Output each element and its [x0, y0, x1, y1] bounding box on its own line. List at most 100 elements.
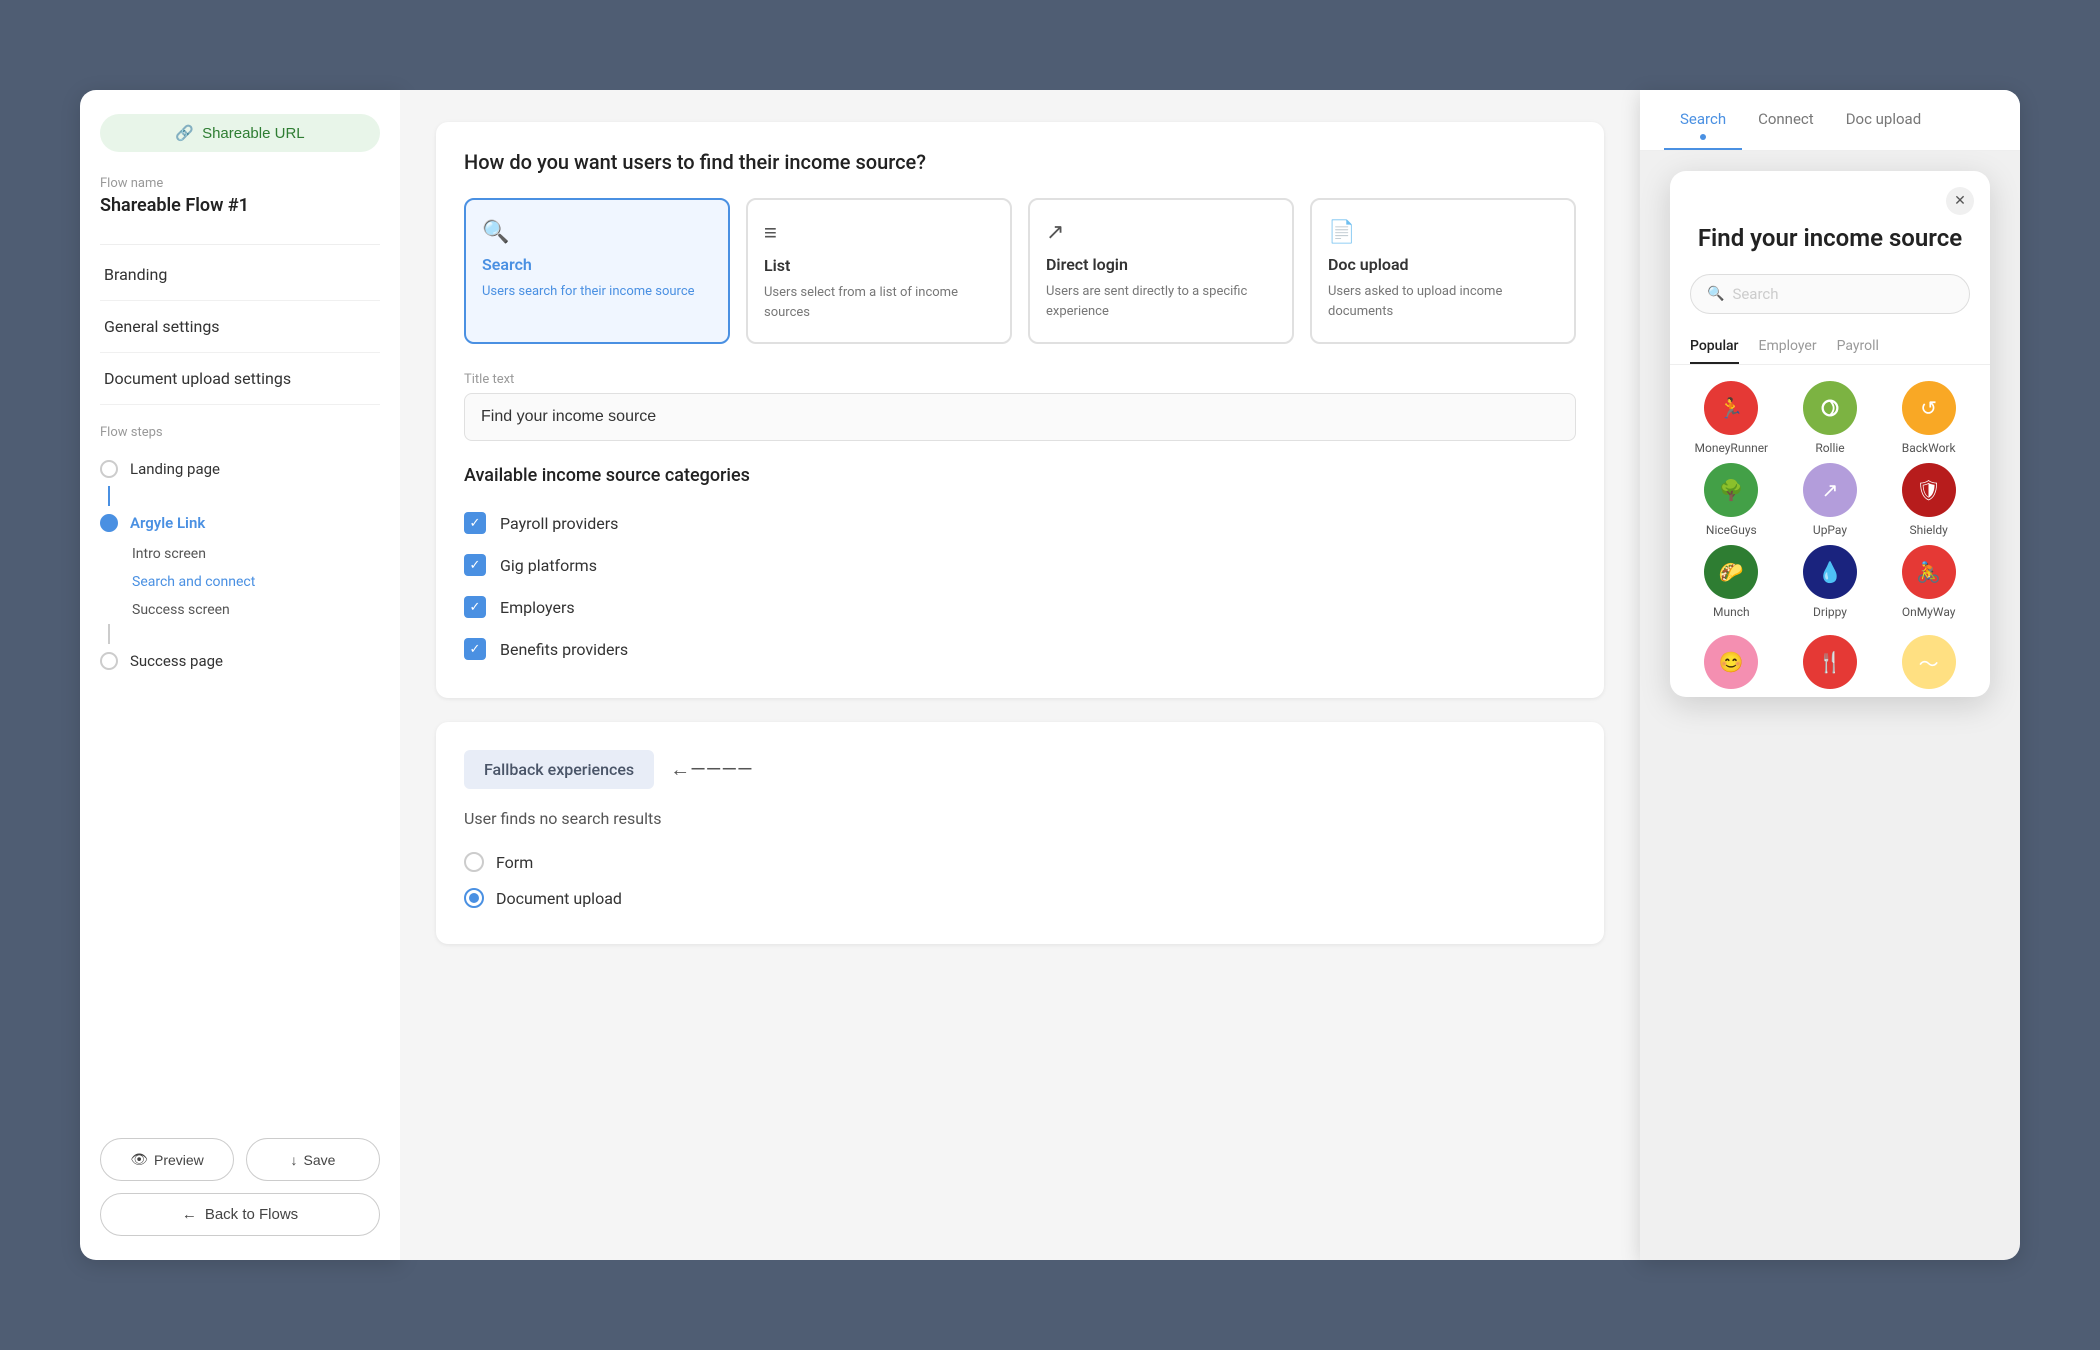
doc-upload-type-icon: 📄 [1328, 220, 1558, 245]
search-type-name: Search [482, 255, 712, 274]
radio-outer-doc-upload [464, 888, 484, 908]
doc-upload-type-desc: Users asked to upload income documents [1328, 282, 1558, 321]
provider-drippy[interactable]: 💧 Drippy [1785, 545, 1876, 619]
preview-tabs: Search Connect Doc upload [1640, 90, 2020, 151]
preview-tab-doc-upload[interactable]: Doc upload [1830, 90, 1937, 150]
modal-search-box[interactable]: 🔍 Search [1690, 274, 1970, 314]
provider-icon-munch: 🌮 [1704, 545, 1758, 599]
back-to-flows-label: Back to Flows [205, 1206, 298, 1223]
type-card-direct-login[interactable]: ↗ Direct login Users are sent directly t… [1028, 198, 1294, 344]
step-argyle-link[interactable]: Argyle Link [100, 506, 380, 540]
provider-munch[interactable]: 🌮 Munch [1686, 545, 1777, 619]
preview-label: Preview [154, 1152, 204, 1168]
type-card-search[interactable]: 🔍 Search Users search for their income s… [464, 198, 730, 344]
modal-close-button[interactable]: ✕ [1946, 187, 1974, 215]
main-content: How do you want users to find their inco… [400, 90, 1640, 1260]
provider-icon-rollie [1803, 381, 1857, 435]
modal-tab-payroll[interactable]: Payroll [1837, 330, 1879, 364]
flow-name-value: Shareable Flow #1 [100, 195, 380, 216]
providers-grid-extra: 😊 🍴 〜 [1670, 635, 1990, 697]
modal-title: Find your income source [1670, 215, 1990, 274]
fallback-badge: Fallback experiences [464, 750, 654, 789]
link-icon: 🔗 [175, 124, 194, 142]
flow-steps-label: Flow steps [100, 425, 380, 440]
providers-grid: 🏃 MoneyRunner Rollie ↺ [1670, 381, 1990, 635]
categories-title: Available income source categories [464, 465, 1576, 486]
sidebar-item-general-settings[interactable]: General settings [100, 301, 380, 353]
provider-name-drippy: Drippy [1813, 605, 1847, 619]
modal-tab-employer[interactable]: Employer [1759, 330, 1817, 364]
title-text-input[interactable] [464, 393, 1576, 441]
preview-tab-search[interactable]: Search [1664, 90, 1742, 150]
provider-icon-extra-2: 🍴 [1803, 635, 1857, 689]
sidebar-item-branding[interactable]: Branding [100, 249, 380, 301]
radio-doc-upload-label: Document upload [496, 889, 622, 908]
modal-search-icon: 🔍 [1707, 286, 1724, 302]
provider-name-backwork: BackWork [1902, 441, 1956, 455]
provider-name-shieldy: Shieldy [1909, 523, 1947, 537]
radio-outer-form [464, 852, 484, 872]
sub-step-search-connect[interactable]: Search and connect [100, 568, 380, 596]
provider-name-munch: Munch [1713, 605, 1750, 619]
provider-icon-backwork: ↺ [1902, 381, 1956, 435]
provider-niceguys[interactable]: 🌳 NiceGuys [1686, 463, 1777, 537]
list-type-desc: Users select from a list of income sourc… [764, 283, 994, 322]
type-card-doc-upload[interactable]: 📄 Doc upload Users asked to upload incom… [1310, 198, 1576, 344]
provider-extra-1[interactable]: 😊 [1686, 635, 1777, 689]
save-button[interactable]: ↓ Save [246, 1138, 380, 1181]
category-gig-label: Gig platforms [500, 556, 597, 575]
sidebar-item-document-upload-settings[interactable]: Document upload settings [100, 353, 380, 405]
modal-tab-popular[interactable]: Popular [1690, 330, 1739, 364]
shareable-url-label: Shareable URL [202, 125, 305, 142]
preview-button[interactable]: 👁 Preview [100, 1138, 234, 1181]
shareable-url-button[interactable]: 🔗 Shareable URL [100, 114, 380, 152]
save-label: Save [304, 1152, 336, 1168]
provider-extra-2[interactable]: 🍴 [1785, 635, 1876, 689]
step-landing-page[interactable]: Landing page [100, 452, 380, 486]
category-gig[interactable]: ✓ Gig platforms [464, 544, 1576, 586]
category-payroll-label: Payroll providers [500, 514, 618, 533]
preview-tab-search-label: Search [1680, 110, 1726, 128]
step-label-landing: Landing page [130, 460, 220, 478]
checkbox-benefits: ✓ [464, 638, 486, 660]
sub-step-intro[interactable]: Intro screen [100, 540, 380, 568]
preview-tab-dot [1700, 134, 1706, 140]
direct-login-type-icon: ↗ [1046, 220, 1276, 245]
type-card-list[interactable]: ≡ List Users select from a list of incom… [746, 198, 1012, 344]
category-payroll[interactable]: ✓ Payroll providers [464, 502, 1576, 544]
category-employers[interactable]: ✓ Employers [464, 586, 1576, 628]
radio-document-upload[interactable]: Document upload [464, 880, 1576, 916]
step-label-success: Success page [130, 652, 223, 670]
provider-icon-moneyrunner: 🏃 [1704, 381, 1758, 435]
list-type-name: List [764, 256, 994, 275]
step-connector-2 [100, 624, 380, 644]
provider-moneyrunner[interactable]: 🏃 MoneyRunner [1686, 381, 1777, 455]
download-icon: ↓ [291, 1152, 298, 1168]
provider-extra-3[interactable]: 〜 [1883, 635, 1974, 689]
category-benefits[interactable]: ✓ Benefits providers [464, 628, 1576, 670]
step-label-argyle: Argyle Link [130, 514, 205, 532]
step-connector-1 [100, 486, 380, 506]
provider-icon-extra-3: 〜 [1902, 635, 1956, 689]
preview-tab-doc-upload-label: Doc upload [1846, 110, 1921, 128]
provider-onmyway[interactable]: 🚴 OnMyWay [1883, 545, 1974, 619]
provider-backwork[interactable]: ↺ BackWork [1883, 381, 1974, 455]
sub-step-success-screen[interactable]: Success screen [100, 596, 380, 624]
radio-form-label: Form [496, 853, 533, 872]
step-success-page[interactable]: Success page [100, 644, 380, 678]
direct-login-type-desc: Users are sent directly to a specific ex… [1046, 282, 1276, 321]
step-circle-success [100, 652, 118, 670]
modal-tabs: Popular Employer Payroll [1670, 330, 1990, 365]
provider-shieldy[interactable]: 🛡 Shieldy [1883, 463, 1974, 537]
category-employers-label: Employers [500, 598, 575, 617]
radio-form[interactable]: Form [464, 844, 1576, 880]
modal-header: ✕ [1670, 171, 1990, 215]
provider-icon-niceguys: 🌳 [1704, 463, 1758, 517]
provider-name-onmyway: OnMyWay [1902, 605, 1956, 619]
provider-name-uppay: UpPay [1813, 523, 1847, 537]
back-to-flows-button[interactable]: ← Back to Flows [100, 1193, 380, 1236]
provider-uppay[interactable]: ↗ UpPay [1785, 463, 1876, 537]
title-text-label: Title text [464, 372, 1576, 387]
preview-tab-connect[interactable]: Connect [1742, 90, 1830, 150]
provider-rollie[interactable]: Rollie [1785, 381, 1876, 455]
